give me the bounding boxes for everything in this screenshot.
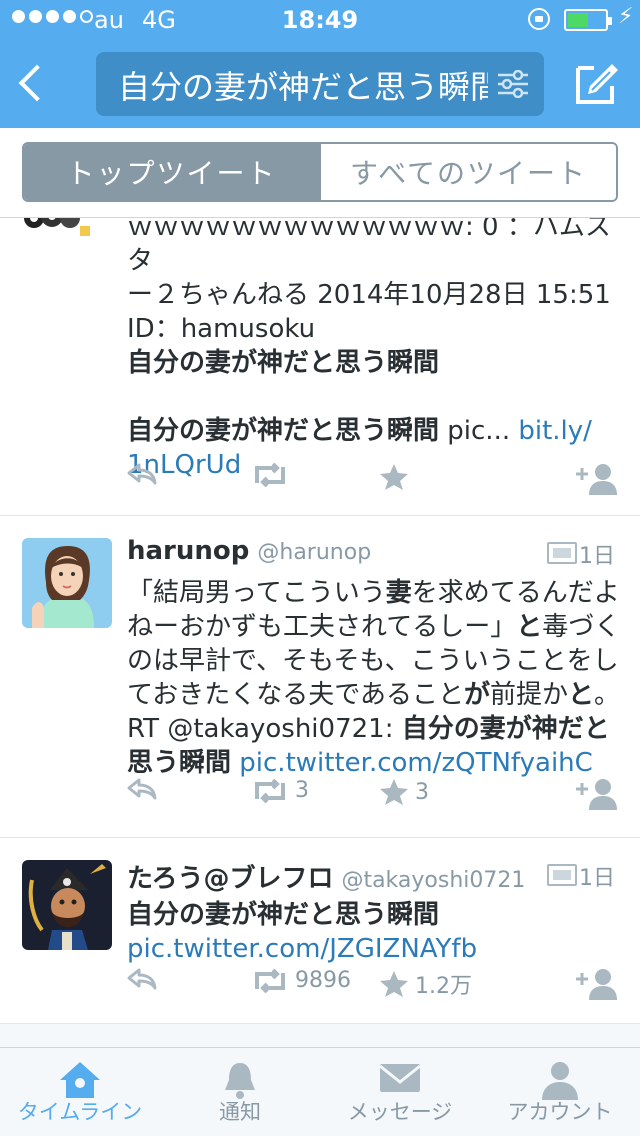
tweet-header: harunop @harunop 1日 <box>127 536 627 576</box>
follow-button[interactable] <box>575 968 619 1000</box>
tab-notifications[interactable]: 通知 <box>160 1048 320 1136</box>
tweet-text: ｗｗｗｗｗｗｗｗｗｗｗｗｗ: 0 ：ハムスタ ー２ちゃんねる 2014年10月2… <box>127 218 627 482</box>
favorite-button[interactable]: 1.2万 <box>379 968 472 1000</box>
rotation-lock-icon <box>528 8 550 30</box>
media-icon <box>547 542 577 564</box>
tweet-text-fragment: 前提か <box>489 680 568 710</box>
tab-label: 通知 <box>219 1100 261 1124</box>
tweet-header: たろう@ブレフロ @takayoshi0721 1日 <box>127 858 627 898</box>
tab-account[interactable]: アカウント <box>480 1048 640 1136</box>
tab-timeline[interactable]: タイムライン <box>0 1048 160 1136</box>
reply-icon <box>127 778 157 800</box>
tweet-bold-text: と <box>516 612 543 642</box>
search-query-text: 自分の妻が神だと思う瞬間 <box>118 68 488 106</box>
tweet-text-line: ｗｗｗｗｗｗｗｗｗｗｗｗｗ: 0 ：ハムスタ <box>127 218 611 276</box>
tweet-filter-bar: トップツイート すべてのツイート <box>0 128 640 218</box>
tab-messages[interactable]: メッセージ <box>320 1048 480 1136</box>
tweet-body: たろう@ブレフロ @takayoshi0721 1日 自分の妻が神だと思う瞬間 p… <box>127 858 627 966</box>
tweet-age: 1日 <box>579 544 615 569</box>
tweet-link[interactable]: pic.twitter.com/JZGIZNAYfb <box>127 934 477 964</box>
tab-top-tweets[interactable]: トップツイート <box>24 144 319 200</box>
tab-bar: タイムライン 通知 メッセージ アカウント <box>0 1047 640 1136</box>
retweet-button[interactable]: 9896 <box>251 968 351 993</box>
retweet-count: 3 <box>295 778 309 803</box>
retweet-button[interactable] <box>251 463 289 487</box>
reply-button[interactable] <box>127 968 157 990</box>
tweet[interactable]: harunop @harunop 1日 「結局男ってこういう妻を求めてるんだよねー… <box>0 516 640 838</box>
filter-settings-icon[interactable] <box>498 70 528 98</box>
add-user-icon <box>576 464 617 495</box>
tweet-actions: 9896 1.2万 <box>127 968 627 1008</box>
segmented-control: トップツイート すべてのツイート <box>22 142 618 202</box>
envelope-icon <box>379 1064 421 1092</box>
tweet-link[interactable]: pic.twitter.com/zQTNfyaihC <box>239 748 593 778</box>
person-icon <box>542 1062 578 1100</box>
tweet-timeline[interactable]: ｗｗｗｗｗｗｗｗｗｗｗｗｗ: 0 ：ハムスタ ー２ちゃんねる 2014年10月2… <box>0 218 640 1047</box>
tab-label: タイムライン <box>17 1100 143 1124</box>
display-name[interactable]: たろう@ブレフロ <box>127 864 333 894</box>
retweet-button[interactable]: 3 <box>251 778 309 803</box>
add-user-icon <box>576 969 617 1000</box>
tweet-body: harunop @harunop 1日 「結局男ってこういう妻を求めてるんだよねー… <box>127 536 627 780</box>
display-name[interactable]: harunop <box>127 536 249 566</box>
tweet-text: 自分の妻が神だと思う瞬間 pic.twitter.com/JZGIZNAYfb <box>127 898 627 966</box>
media-icon <box>547 864 577 886</box>
reply-button[interactable] <box>127 463 157 485</box>
tweet-bold-text: が <box>463 680 490 710</box>
back-button[interactable] <box>14 58 54 108</box>
reply-button[interactable] <box>127 778 157 800</box>
tweet-actions: 3 3 <box>127 778 627 818</box>
tab-label: メッセージ <box>347 1100 453 1124</box>
avatar[interactable] <box>22 860 112 950</box>
favorite-count: 3 <box>415 779 429 805</box>
tweet-bold-text: 自分の妻が神だと思う瞬間 <box>127 900 440 930</box>
user-handle[interactable]: @harunop <box>257 540 371 565</box>
home-icon <box>60 1062 100 1098</box>
tweet-text-line: ID：hamusoku <box>127 314 316 344</box>
tweet[interactable]: たろう@ブレフロ @takayoshi0721 1日 自分の妻が神だと思う瞬間 p… <box>0 838 640 1024</box>
timeline-spacer <box>0 1024 640 1047</box>
tweet-bold-text: 妻 <box>385 578 412 608</box>
add-user-icon <box>576 779 617 810</box>
star-icon <box>380 464 408 490</box>
tweet-text-fragment: 「結局男ってこういう <box>127 578 386 608</box>
user-handle[interactable]: @takayoshi0721 <box>341 868 525 893</box>
favorite-button[interactable]: 3 <box>379 778 429 806</box>
tweet-bold-text: 自分の妻が神だと思う瞬間 <box>127 348 440 378</box>
compose-tweet-icon[interactable] <box>574 60 620 106</box>
navigation-bar: au 4G 18:49 ⚡ 自分の妻が神だと思う瞬間 <box>0 0 640 128</box>
star-icon <box>380 971 408 997</box>
star-icon <box>380 779 408 805</box>
tweet-link[interactable]: bit.ly/ <box>518 416 592 446</box>
retweet-count: 9896 <box>295 968 351 993</box>
retweet-icon <box>255 968 285 993</box>
battery-icon <box>564 9 612 31</box>
bell-icon <box>225 1063 255 1099</box>
charging-bolt-icon: ⚡ <box>618 4 634 29</box>
follow-button[interactable] <box>575 778 619 810</box>
avatar[interactable] <box>22 218 92 238</box>
tab-all-tweets[interactable]: すべてのツイート <box>319 144 616 200</box>
tweet[interactable]: ｗｗｗｗｗｗｗｗｗｗｗｗｗ: 0 ：ハムスタ ー２ちゃんねる 2014年10月2… <box>0 218 640 516</box>
tweet-bold-text: と <box>568 680 595 710</box>
avatar[interactable] <box>22 538 112 628</box>
reply-icon <box>127 968 157 990</box>
tweet-text-fragment: pic... <box>439 416 519 446</box>
status-bar: au 4G 18:49 ⚡ <box>0 0 640 40</box>
tweet-age: 1日 <box>579 866 615 891</box>
retweet-icon <box>255 463 285 487</box>
tweet-body: ｗｗｗｗｗｗｗｗｗｗｗｗｗ: 0 ：ハムスタ ー２ちゃんねる 2014年10月2… <box>127 218 627 482</box>
tweet-bold-text: 自分の妻が神だと思う瞬間 <box>127 416 440 446</box>
tweet-text: 「結局男ってこういう妻を求めてるんだよねーおかずも工夫されてるしー」と毒づくのは… <box>127 576 627 780</box>
retweet-icon <box>255 778 285 803</box>
search-field[interactable]: 自分の妻が神だと思う瞬間 <box>96 52 544 116</box>
favorite-count: 1.2万 <box>415 974 472 999</box>
tab-label: アカウント <box>507 1100 613 1124</box>
tweet-actions <box>127 463 627 503</box>
reply-icon <box>127 463 157 485</box>
tweet-text-line: ー２ちゃんねる 2014年10月28日 15:51 <box>127 280 611 310</box>
follow-button[interactable] <box>575 463 619 495</box>
favorite-button[interactable] <box>379 463 409 491</box>
